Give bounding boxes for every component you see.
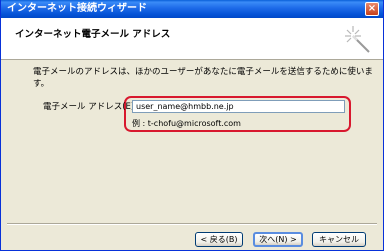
next-button[interactable]: 次へ(N) >	[253, 232, 303, 247]
description-text: 電子メールのアドレスは、ほかのユーザーがあなたに電子メールを送信するために使いま…	[33, 67, 373, 89]
close-button[interactable]: ×	[365, 2, 379, 16]
page-title: インターネット電子メール アドレス	[15, 29, 171, 40]
window-title: インターネット接続ウィザード	[7, 3, 147, 14]
title-bar[interactable]: インターネット接続ウィザード ×	[1, 0, 383, 18]
close-icon: ×	[367, 3, 377, 14]
back-button[interactable]: < 戻る(B)	[195, 232, 243, 247]
wizard-window: インターネット接続ウィザード × インターネット電子メール アドレス 電子メール…	[0, 0, 384, 251]
email-label: 電子メール アドレス(E):	[43, 102, 138, 112]
email-field[interactable]	[132, 100, 345, 113]
wizard-header: インターネット電子メール アドレス	[1, 18, 383, 60]
cancel-button[interactable]: キャンセル	[312, 232, 366, 247]
email-example: 例 : t-chofu@microsoft.com	[132, 119, 241, 128]
footer-divider	[7, 223, 377, 225]
wizard-sparkle-icon	[345, 26, 370, 53]
